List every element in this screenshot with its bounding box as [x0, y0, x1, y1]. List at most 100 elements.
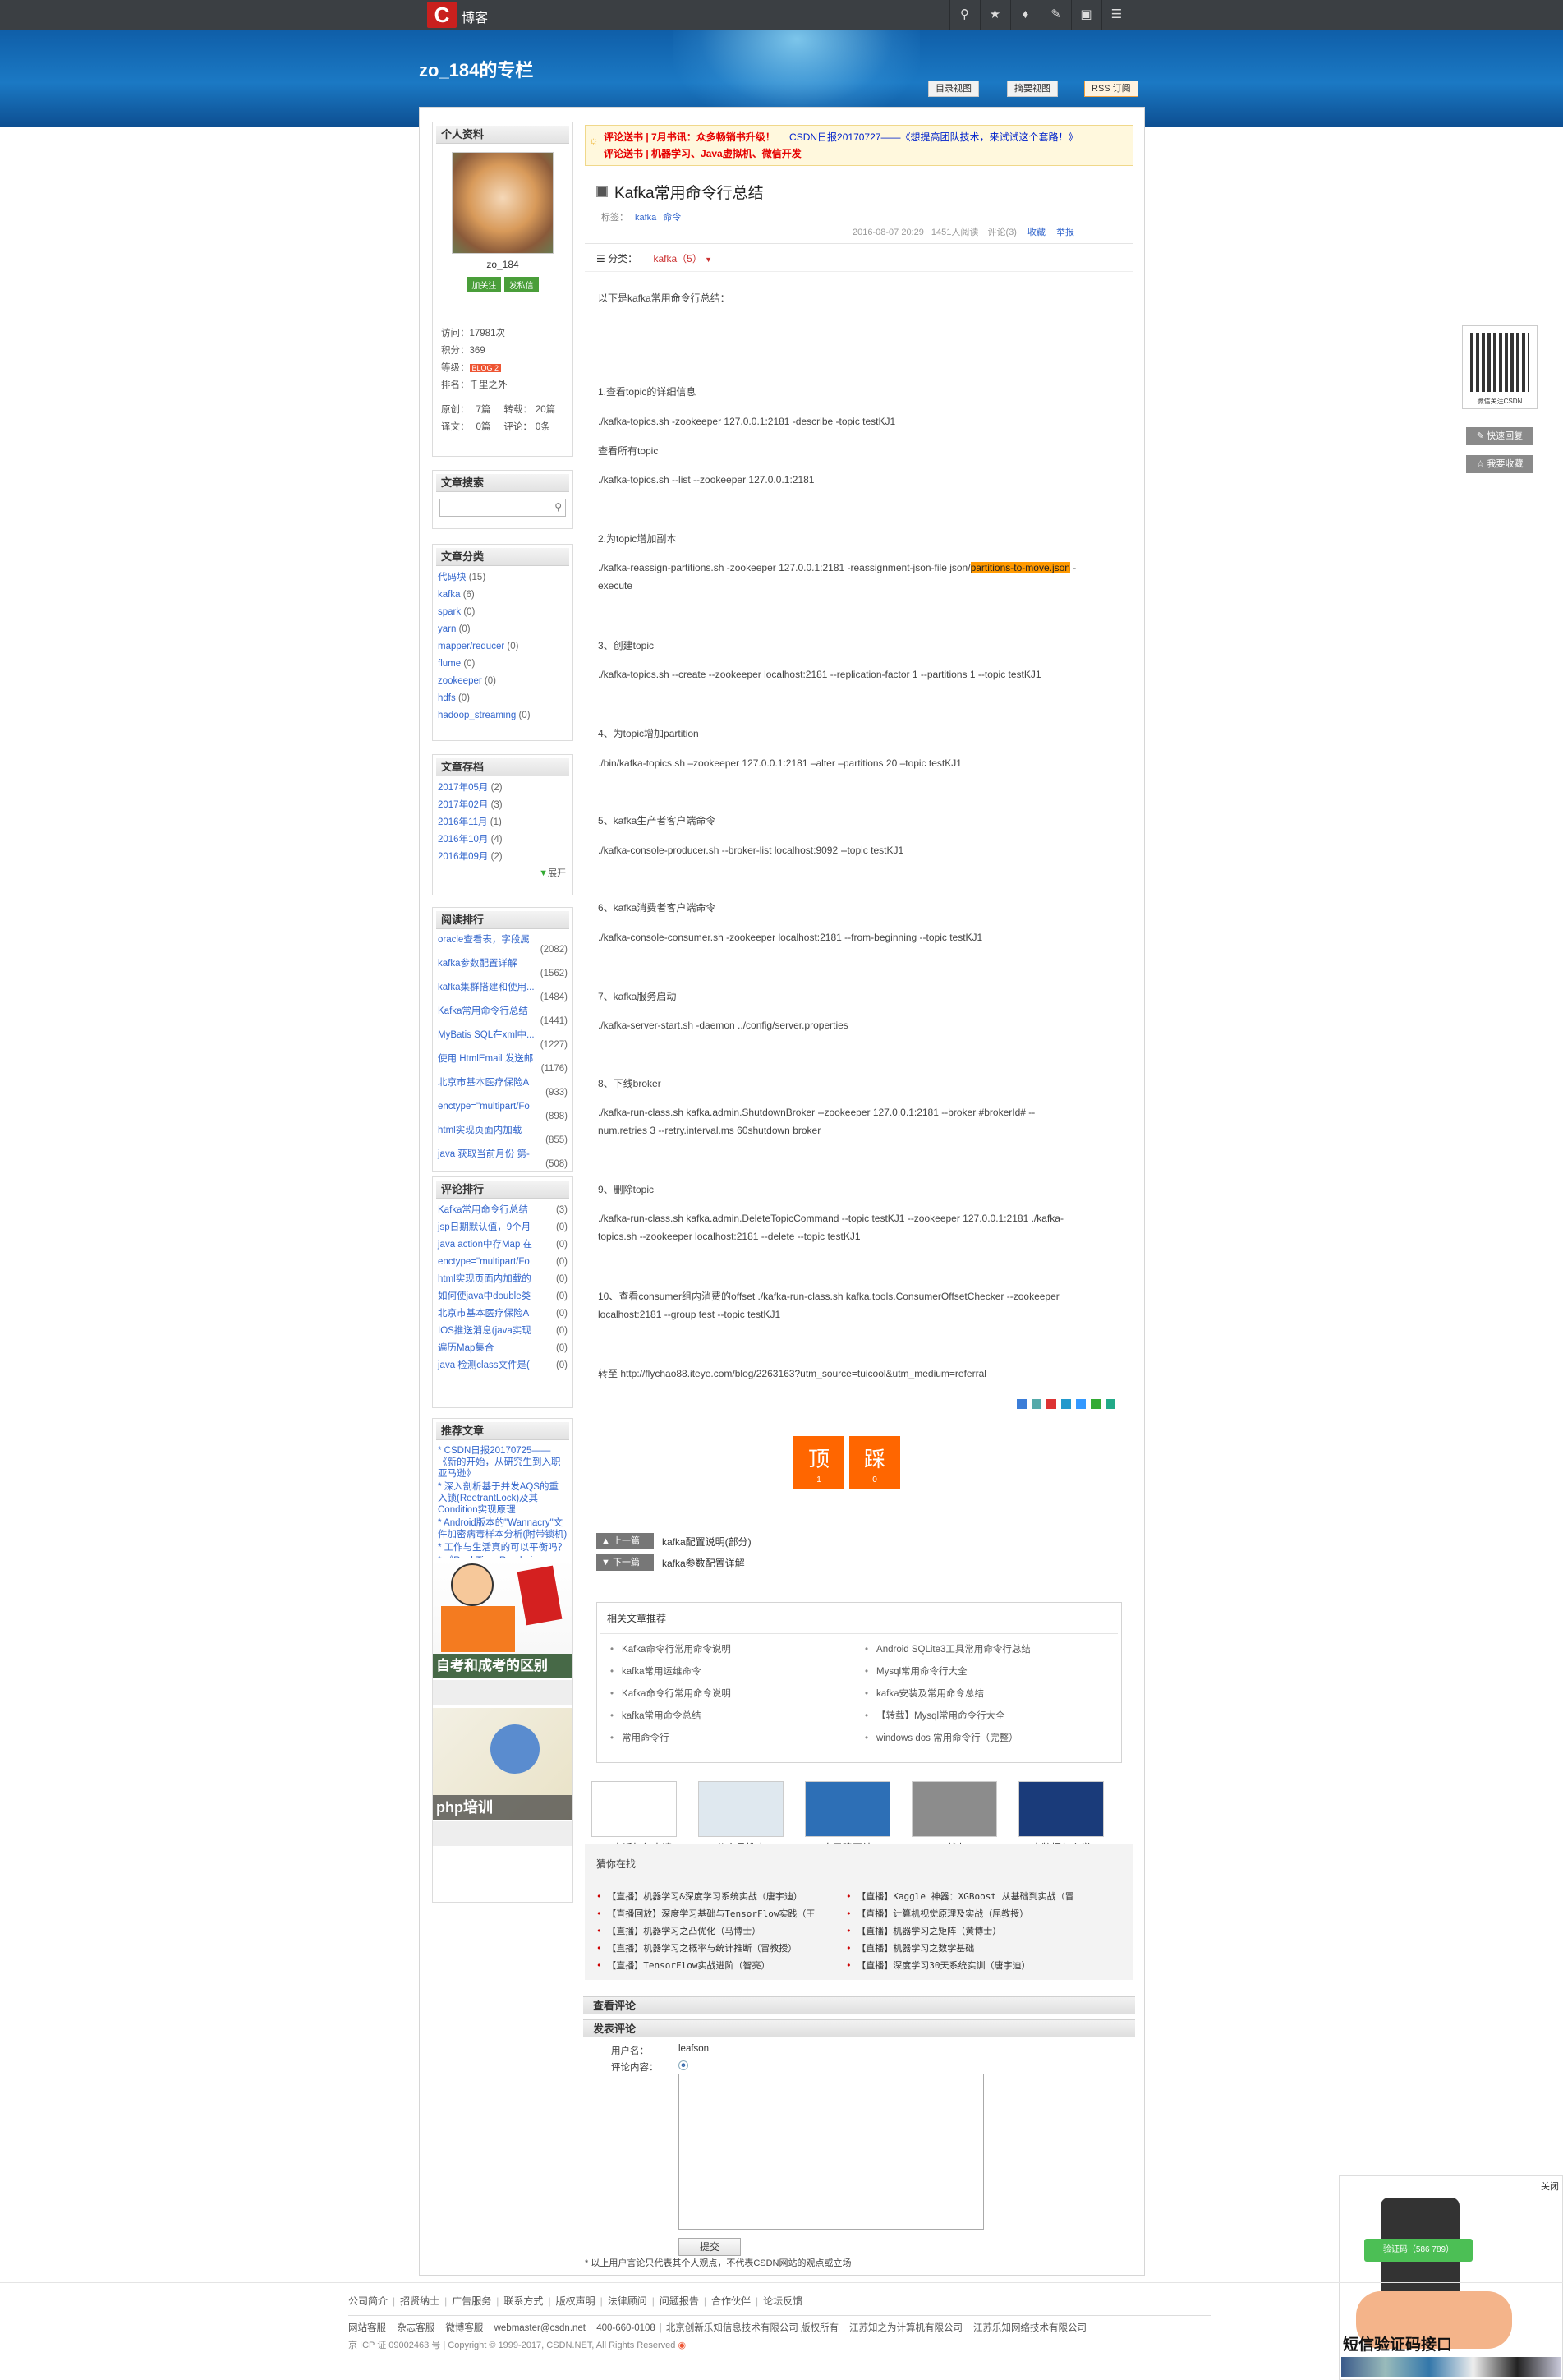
- upvote-button[interactable]: 顶1: [793, 1436, 844, 1489]
- ad-banner-2[interactable]: php培训: [433, 1708, 572, 1820]
- ad-1-thumbnails[interactable]: [433, 1680, 572, 1705]
- ad-2-thumbnails[interactable]: [433, 1821, 572, 1846]
- comment-rank-item-link[interactable]: 如何使java中double类: [438, 1291, 531, 1301]
- related-article-link[interactable]: 常用命令行: [610, 1728, 731, 1750]
- tag-link[interactable]: 命令: [663, 213, 681, 223]
- quick-reply-button[interactable]: ✎ 快速回复: [1466, 427, 1533, 445]
- archive-item-link[interactable]: 2016年10月: [438, 835, 488, 845]
- read-rank-item[interactable]: oracle查看表，字段属 (2082): [433, 932, 572, 956]
- category-item-link[interactable]: hadoop_streaming: [438, 711, 516, 720]
- archive-item[interactable]: 2016年11月 (1): [433, 814, 572, 831]
- sms-ad-popup[interactable]: 关闭 验证码（586 789） 短信验证码接口: [1339, 2175, 1563, 2380]
- comment-rank-item[interactable]: jsp日期默认值，9个月 (0): [433, 1219, 572, 1236]
- next-article-button[interactable]: ▼ 下一篇: [596, 1554, 654, 1571]
- read-rank-item[interactable]: enctype="multipart/Fo (898): [433, 1099, 572, 1123]
- footer-contact[interactable]: webmaster@csdn.net: [494, 2323, 586, 2333]
- category-item[interactable]: mapper/reducer (0): [433, 638, 572, 656]
- share-icon[interactable]: [1076, 1399, 1086, 1409]
- search-icon[interactable]: ⚲: [554, 501, 562, 513]
- read-rank-item-link[interactable]: oracle查看表，字段属: [438, 935, 530, 945]
- notice-link-3[interactable]: 评论送书 | 机器学习、Java虚拟机、微信开发: [604, 148, 802, 159]
- category-item-link[interactable]: spark: [438, 607, 461, 617]
- close-button[interactable]: 关闭: [1541, 2180, 1559, 2193]
- notice-link-2[interactable]: CSDN日报20170727——《想提高团队技术，来试试这个套路！》: [789, 131, 1078, 143]
- read-rank-item[interactable]: MyBatis SQL在xml中... (1227): [433, 1028, 572, 1052]
- category-item[interactable]: flume (0): [433, 656, 572, 673]
- tag-link[interactable]: kafka: [635, 213, 656, 223]
- read-rank-item-link[interactable]: 使用 HtmlEmail 发送邮: [438, 1054, 533, 1064]
- guess-item[interactable]: 【直播】Kaggle 神器：XGBoost 从基础到实战（冒: [846, 1888, 1122, 1905]
- read-rank-item-link[interactable]: Kafka常用命令行总结: [438, 1006, 528, 1016]
- read-rank-item[interactable]: 北京市基本医疗保险A (933): [433, 1075, 572, 1099]
- comment-rank-item-link[interactable]: java 检测class文件是(: [438, 1360, 530, 1370]
- comment-rank-item[interactable]: 如何使java中double类 (0): [433, 1288, 572, 1305]
- read-rank-item-link[interactable]: kafka参数配置详解: [438, 959, 517, 969]
- next-article-link[interactable]: kafka参数配置详解: [662, 1556, 745, 1570]
- bell-icon[interactable]: ♦: [1010, 0, 1040, 30]
- csdn-logo[interactable]: C: [427, 2, 457, 28]
- recommend-item[interactable]: * Android版本的"Wannacry"文件加密病毒样本分析(附带锁机): [438, 1517, 568, 1540]
- archive-item[interactable]: 2017年02月 (3): [433, 797, 572, 814]
- article-title[interactable]: Kafka常用命令行总结: [614, 181, 764, 203]
- qr-code[interactable]: 微信关注CSDN: [1462, 325, 1538, 409]
- share-icon[interactable]: [1061, 1399, 1071, 1409]
- share-icon[interactable]: [1046, 1399, 1056, 1409]
- emoji-icon[interactable]: ☻: [678, 2060, 688, 2070]
- category-item[interactable]: kafka (6): [433, 587, 572, 604]
- guess-item[interactable]: 【直播】计算机视觉原理及实战（屈教授）: [846, 1905, 1122, 1922]
- archive-item-link[interactable]: 2017年02月: [438, 800, 488, 810]
- comment-rank-item[interactable]: java 检测class文件是( (0): [433, 1357, 572, 1374]
- category-item[interactable]: yarn (0): [433, 621, 572, 638]
- category-item-link[interactable]: 代码块: [438, 573, 467, 582]
- comment-rank-item[interactable]: 北京市基本医疗保险A (0): [433, 1305, 572, 1323]
- category-item-link[interactable]: zookeeper: [438, 676, 482, 686]
- blog-title[interactable]: zo_184的专栏: [419, 56, 533, 82]
- archive-expand-link[interactable]: ▼展开: [433, 866, 572, 879]
- category-dropdown[interactable]: kafka（5）: [653, 253, 701, 265]
- footer-link[interactable]: 法律顾问: [608, 2295, 647, 2307]
- report-link[interactable]: 举报: [1056, 228, 1074, 237]
- footer-contact[interactable]: 网站客服: [348, 2323, 386, 2333]
- follow-button[interactable]: 加关注: [467, 277, 502, 292]
- search-input[interactable]: ⚲: [439, 499, 566, 517]
- menu-icon[interactable]: ☰: [1101, 0, 1131, 30]
- recommend-item[interactable]: * 深入剖析基于并发AQS的重入锁(ReetrantLock)及其Conditi…: [438, 1481, 568, 1516]
- blog-channel-label[interactable]: 博客: [462, 7, 488, 26]
- related-article-link[interactable]: kafka安装及常用命令总结: [865, 1683, 1031, 1706]
- star-icon[interactable]: ★: [980, 0, 1009, 30]
- favorite-link[interactable]: 收藏: [1027, 228, 1046, 237]
- recommend-item[interactable]: * 工作与生活真的可以平衡吗？: [438, 1542, 568, 1554]
- notice-link-1[interactable]: 评论送书 | 7月书讯：众多畅销书升级！: [604, 131, 775, 143]
- footer-contact[interactable]: 微博客服: [445, 2323, 483, 2333]
- downvote-button[interactable]: 踩0: [849, 1436, 900, 1489]
- read-rank-item-link[interactable]: kafka集群搭建和使用...: [438, 983, 535, 992]
- guess-item[interactable]: 【直播】TensorFlow实战进阶（智亮）: [596, 1957, 843, 1974]
- comment-link[interactable]: 评论(3): [987, 228, 1016, 237]
- ad-banner-1[interactable]: 自考和成考的区别: [433, 1558, 572, 1678]
- guess-item[interactable]: 【直播】机器学习之凸优化（马博士）: [596, 1922, 843, 1940]
- csdn-icon[interactable]: ▣: [1071, 0, 1101, 30]
- footer-contact[interactable]: 杂志客服: [397, 2323, 434, 2333]
- share-icon[interactable]: [1017, 1399, 1027, 1409]
- comment-rank-item-link[interactable]: IOS推送消息(java实现: [438, 1326, 531, 1336]
- footer-link[interactable]: 合作伙伴: [711, 2295, 751, 2307]
- comment-rank-item[interactable]: enctype="multipart/Fo (0): [433, 1254, 572, 1271]
- read-rank-item[interactable]: 使用 HtmlEmail 发送邮 (1176): [433, 1052, 572, 1075]
- archive-item[interactable]: 2016年10月 (4): [433, 831, 572, 849]
- related-article-link[interactable]: Kafka命令行常用命令说明: [610, 1683, 731, 1706]
- archive-item-link[interactable]: 2016年09月: [438, 852, 488, 862]
- footer-link[interactable]: 论坛反馈: [763, 2295, 802, 2307]
- category-item[interactable]: hadoop_streaming (0): [433, 707, 572, 725]
- share-icon[interactable]: [1032, 1399, 1041, 1409]
- category-item-link[interactable]: yarn: [438, 624, 456, 634]
- comment-rank-item[interactable]: html实现页面内加载的 (0): [433, 1271, 572, 1288]
- profile-username[interactable]: zo_184: [433, 259, 572, 270]
- read-rank-item[interactable]: kafka集群搭建和使用... (1484): [433, 980, 572, 1004]
- read-rank-item-link[interactable]: 北京市基本医疗保险A: [438, 1078, 529, 1088]
- message-button[interactable]: 发私信: [503, 277, 539, 292]
- prev-article-button[interactable]: ▲ 上一篇: [596, 1533, 654, 1549]
- comment-textarea[interactable]: [678, 2074, 984, 2230]
- category-item-link[interactable]: mapper/reducer: [438, 642, 504, 651]
- catalog-view-button[interactable]: 目录视图: [928, 81, 979, 97]
- footer-contact[interactable]: 400-660-0108: [596, 2323, 655, 2333]
